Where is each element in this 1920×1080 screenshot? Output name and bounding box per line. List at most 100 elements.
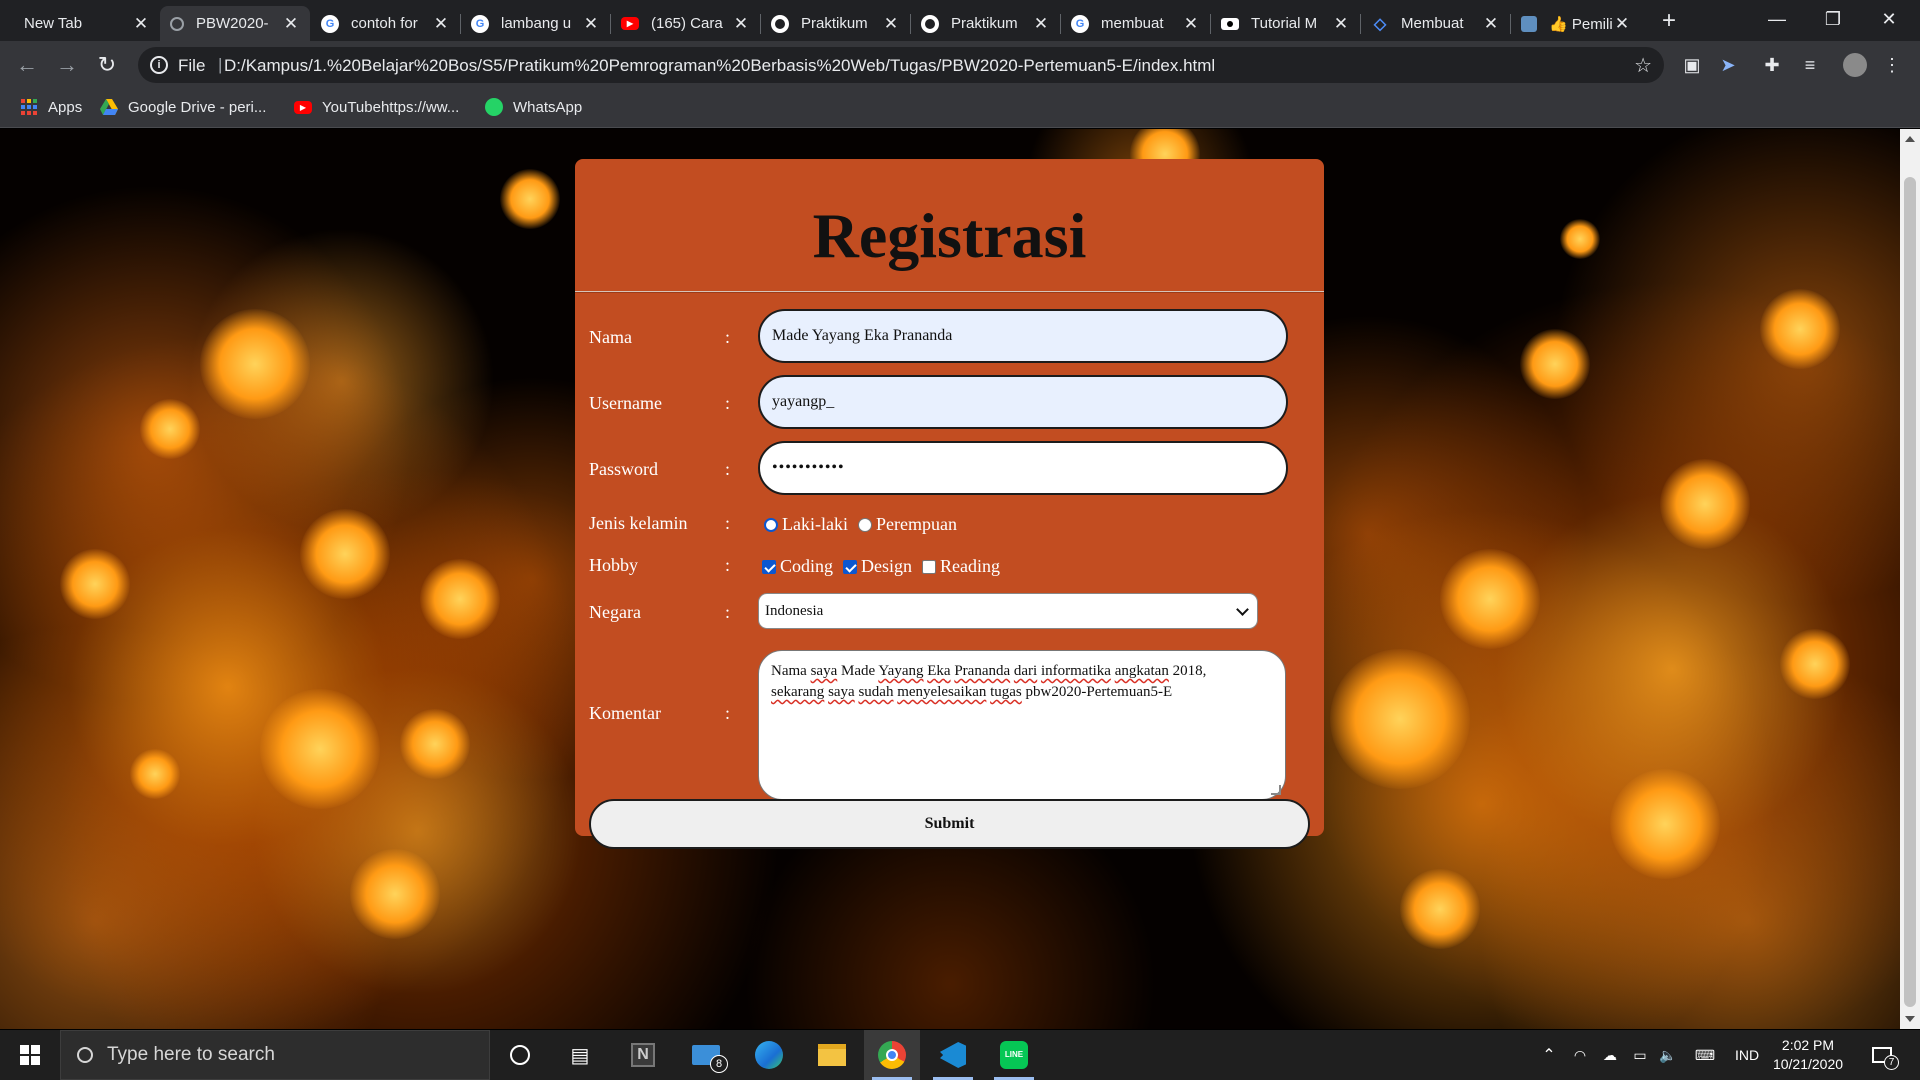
cursor-extension-icon[interactable]: ➤ <box>1716 53 1740 77</box>
bookmark-apps[interactable]: Apps <box>20 98 82 116</box>
scroll-down-arrow-icon[interactable] <box>1905 1016 1915 1022</box>
extensions-puzzle-icon[interactable]: ✚ <box>1760 53 1784 77</box>
windows-taskbar: Type here to search ▤ N 8 LINE ⌃ ◠ ☁ ▭ 🔈… <box>0 1030 1920 1080</box>
battery-icon[interactable]: ▭ <box>1626 1030 1654 1080</box>
restore-icon[interactable]: ❐ <box>1805 0 1861 41</box>
tray-chevron-up-icon[interactable]: ⌃ <box>1535 1030 1563 1080</box>
vscode-app-icon[interactable] <box>925 1030 981 1080</box>
komentar-word-misspelled: saya <box>810 663 838 679</box>
negara-select[interactable]: Indonesia <box>758 593 1258 629</box>
checkbox-label-reading[interactable]: Reading <box>940 556 1000 577</box>
address-bar[interactable]: i File | D:/Kampus/1.%20Belajar%20Bos/S5… <box>138 47 1664 83</box>
edge-browser-icon[interactable] <box>741 1030 797 1080</box>
checkbox-reading[interactable] <box>922 559 937 574</box>
bokeh-particle <box>200 309 310 419</box>
checkbox-design[interactable] <box>843 559 858 574</box>
bookmarks-bar: Apps Google Drive - peri... ▶ YouTubehtt… <box>0 89 1920 128</box>
reload-icon[interactable]: ↻ <box>93 51 121 79</box>
google-drive-icon <box>100 98 118 116</box>
submit-button[interactable]: Submit <box>589 799 1310 849</box>
forward-icon[interactable]: → <box>53 51 81 79</box>
registration-form: Registrasi Nama : Made Yayang Eka Pranan… <box>575 159 1324 849</box>
windows-start-icon[interactable] <box>2 1030 58 1080</box>
browser-tab[interactable]: ▶ (165) Cara ✕ <box>611 6 760 41</box>
page-scrollbar[interactable] <box>1900 129 1920 1029</box>
close-tab-icon[interactable]: ✕ <box>1482 14 1500 34</box>
address-url[interactable]: D:/Kampus/1.%20Belajar%20Bos/S5/Pratikum… <box>224 56 1215 76</box>
page-icon <box>170 16 184 31</box>
new-tab-button[interactable]: + <box>1655 8 1683 36</box>
resize-grip-icon[interactable] <box>1271 785 1281 795</box>
cortana-icon[interactable] <box>492 1030 548 1080</box>
info-icon[interactable]: i <box>150 56 168 74</box>
bookmark-google-drive[interactable]: Google Drive - peri... <box>100 98 266 116</box>
browser-tab[interactable]: 👍 Pemilih ✕ <box>1511 6 1641 41</box>
close-tab-icon[interactable]: ✕ <box>582 14 600 34</box>
close-tab-icon[interactable]: ✕ <box>1613 14 1631 34</box>
bokeh-particle <box>260 689 380 809</box>
keyboard-icon[interactable]: ⌨ <box>1688 1030 1722 1080</box>
browser-tab[interactable]: New Tab ✕ <box>0 6 160 41</box>
radio-laki-laki[interactable] <box>764 517 778 532</box>
close-tab-icon[interactable]: ✕ <box>132 14 150 34</box>
language-indicator[interactable]: IND <box>1727 1030 1767 1080</box>
browser-tab[interactable]: G lambang u ✕ <box>461 6 610 41</box>
minimize-icon[interactable]: — <box>1749 0 1805 41</box>
password-value: ••••••••••• <box>772 459 845 476</box>
close-tab-icon[interactable]: ✕ <box>282 14 300 34</box>
bookmark-youtube[interactable]: ▶ YouTubehttps://ww... <box>294 98 459 116</box>
chrome-app-icon[interactable] <box>864 1030 920 1080</box>
browser-tab[interactable]: ◇ Membuat ✕ <box>1361 6 1510 41</box>
file-explorer-icon[interactable] <box>804 1030 860 1080</box>
taskbar-search-box[interactable]: Type here to search <box>60 1030 490 1080</box>
browser-tab-active[interactable]: PBW2020- ✕ <box>160 6 310 41</box>
bokeh-particle <box>1780 629 1850 699</box>
profile-avatar-icon[interactable] <box>1843 53 1867 77</box>
youtube-icon: ▶ <box>294 98 312 116</box>
media-queue-icon[interactable]: ≡ <box>1798 53 1822 77</box>
back-icon[interactable]: ← <box>13 51 41 79</box>
close-tab-icon[interactable]: ✕ <box>882 14 900 34</box>
bookmark-whatsapp[interactable]: WhatsApp <box>485 98 582 116</box>
volume-icon[interactable]: 🔈 <box>1654 1030 1682 1080</box>
close-tab-icon[interactable]: ✕ <box>732 14 750 34</box>
checkbox-label-coding[interactable]: Coding <box>780 556 833 577</box>
bookmark-label: YouTubehttps://ww... <box>322 98 460 116</box>
radio-label-perempuan[interactable]: Perempuan <box>876 514 957 535</box>
nama-input[interactable]: Made Yayang Eka Prananda <box>758 309 1288 363</box>
bookmark-star-icon[interactable]: ☆ <box>1634 53 1652 78</box>
negara-colon: : <box>725 602 731 622</box>
close-tab-icon[interactable]: ✕ <box>1032 14 1050 34</box>
notification-center-icon[interactable]: 7 <box>1862 1030 1902 1080</box>
komentar-textarea[interactable]: Nama saya Made Yayang Eka Prananda dari … <box>758 650 1286 800</box>
radio-label-laki-laki[interactable]: Laki-laki <box>782 514 848 535</box>
password-input[interactable]: ••••••••••• <box>758 441 1288 495</box>
checkbox-label-design[interactable]: Design <box>861 556 912 577</box>
scroll-up-arrow-icon[interactable] <box>1905 136 1915 142</box>
wifi-icon[interactable]: ◠ <box>1566 1030 1594 1080</box>
username-input[interactable]: yayangp_ <box>758 375 1288 429</box>
line-app-icon[interactable]: LINE <box>986 1030 1042 1080</box>
komentar-word: Made <box>840 663 876 679</box>
close-window-icon[interactable]: ✕ <box>1861 0 1917 41</box>
menu-kebab-icon[interactable]: ⋮ <box>1880 53 1904 77</box>
komentar-word-misspelled: sudah <box>858 684 894 700</box>
camera-icon[interactable]: ▣ <box>1680 53 1704 77</box>
scrollbar-thumb[interactable] <box>1904 177 1916 1007</box>
browser-tab-strip: New Tab ✕ PBW2020- ✕ G contoh for ✕ G la… <box>0 0 1920 41</box>
browser-tab[interactable]: G membuat ✕ <box>1061 6 1210 41</box>
radio-perempuan[interactable] <box>857 517 872 532</box>
clock[interactable]: 2:02 PM 10/21/2020 <box>1768 1030 1848 1080</box>
close-tab-icon[interactable]: ✕ <box>432 14 450 34</box>
browser-tab[interactable]: Praktikum ✕ <box>911 6 1060 41</box>
notion-app-icon[interactable]: N <box>615 1030 671 1080</box>
task-view-icon[interactable]: ▤ <box>552 1030 608 1080</box>
onedrive-cloud-icon[interactable]: ☁ <box>1596 1030 1624 1080</box>
mail-app-icon[interactable]: 8 <box>678 1030 734 1080</box>
close-tab-icon[interactable]: ✕ <box>1332 14 1350 34</box>
close-tab-icon[interactable]: ✕ <box>1182 14 1200 34</box>
browser-tab[interactable]: Tutorial M ✕ <box>1211 6 1360 41</box>
browser-tab[interactable]: G contoh for ✕ <box>311 6 460 41</box>
browser-tab[interactable]: Praktikum ✕ <box>761 6 910 41</box>
checkbox-coding[interactable] <box>762 559 776 574</box>
